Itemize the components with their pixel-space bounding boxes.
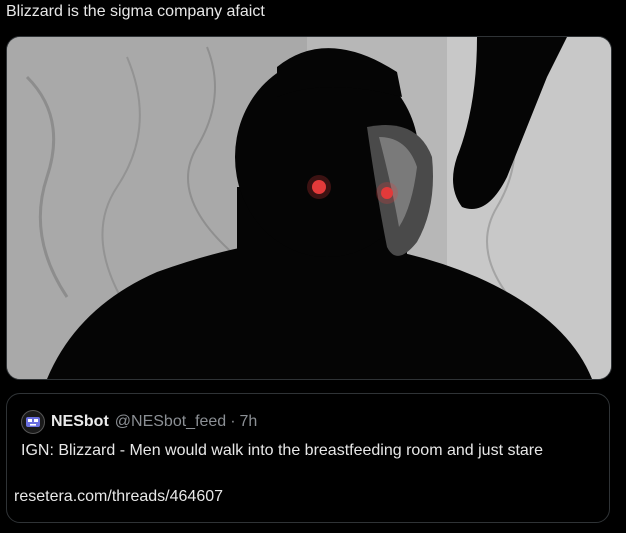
media-image[interactable] xyxy=(6,36,612,380)
quote-author-handle[interactable]: @NESbot_feed xyxy=(115,413,226,431)
quote-header: NESbot @NESbot_feed · 7h xyxy=(21,410,257,434)
quote-text: IGN: Blizzard - Men would walk into the … xyxy=(21,440,591,461)
post-text: Blizzard is the sigma company afaict xyxy=(6,3,265,20)
quote-body-text: IGN: Blizzard - Men would walk into the … xyxy=(21,442,544,459)
quote-timestamp[interactable]: 7h xyxy=(240,413,258,431)
nesbot-avatar-icon[interactable] xyxy=(21,410,45,434)
quote-author-name[interactable]: NESbot xyxy=(51,413,109,431)
separator: · xyxy=(230,413,236,430)
quote-link[interactable]: resetera.com/threads/464607 xyxy=(14,488,223,506)
